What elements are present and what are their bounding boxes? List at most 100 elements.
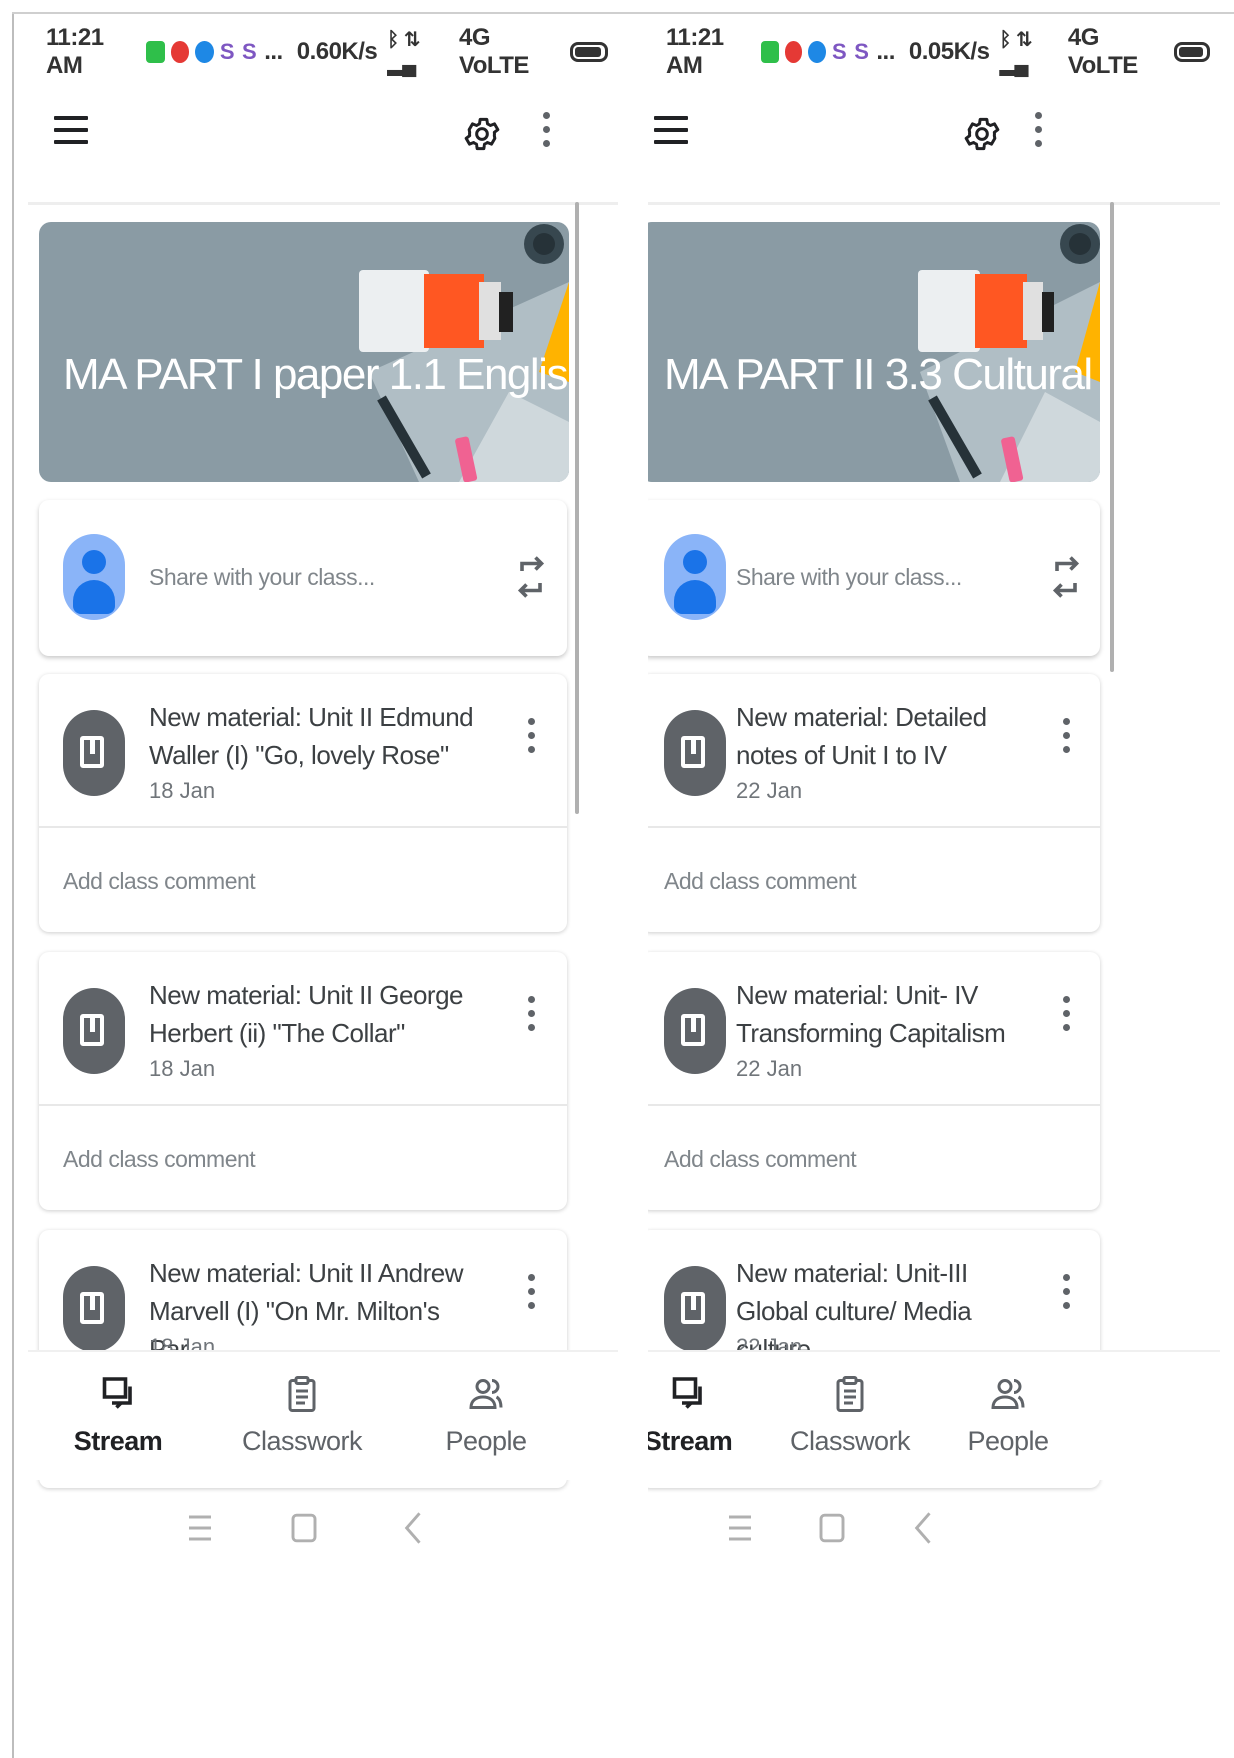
signal-icons: ᛒ ⇅ ▂▄ (387, 29, 421, 76)
share-input-placeholder[interactable]: Share with your class... (736, 564, 962, 591)
share-with-class-card[interactable]: Share with your class... (39, 500, 567, 656)
app-notification-icon: S (832, 39, 847, 64)
tab-stream[interactable]: Stream (648, 1374, 758, 1457)
book-icon (63, 710, 125, 796)
post-divider (39, 1104, 567, 1106)
tab-stream[interactable]: Stream (48, 1374, 188, 1457)
system-navigation-bar (648, 1492, 1220, 1592)
add-class-comment[interactable]: Add class comment (63, 868, 256, 895)
network-type: 4G VoLTE (458, 24, 529, 79)
post-header[interactable]: New material: Unit II Edmund Waller (I) … (39, 674, 567, 826)
more-vert-icon[interactable] (1060, 996, 1072, 1040)
book-icon (63, 1266, 125, 1352)
gear-icon[interactable] (962, 114, 1002, 154)
more-vert-icon[interactable] (525, 718, 537, 762)
phone-screen-left: 11:21 AM S S ... 0.60K/s ᛒ ⇅ ▂▄ 4G VoLTE (28, 16, 618, 1758)
avatar (63, 534, 125, 620)
class-banner[interactable]: MA PART II 3.3 Cultural Studies (648, 222, 1100, 482)
recent-apps-icon[interactable] (718, 1506, 762, 1550)
network-speed: 0.60K/s (296, 38, 378, 65)
app-notification-icon (761, 41, 779, 63)
status-bar: 11:21 AM S S ... 0.05K/s ᛒ ⇅ ▂▄ 4G VoLTE (666, 24, 1210, 79)
more-vert-icon[interactable] (540, 112, 552, 156)
post-divider (39, 826, 567, 828)
class-title: MA PART II 3.3 Cultural Studies (664, 350, 1100, 399)
app-notification-icon: S (854, 39, 869, 64)
tab-people[interactable]: People (416, 1374, 556, 1457)
post-header[interactable]: New material: Detailed notes of Unit I t… (648, 674, 1100, 826)
battery-icon (1174, 42, 1210, 62)
book-icon (664, 1266, 726, 1352)
app-notification-icon: S (219, 39, 235, 64)
repost-icon[interactable] (1048, 552, 1084, 602)
scrollbar[interactable] (1110, 202, 1114, 672)
app-notification-icon (808, 41, 826, 63)
more-vert-icon[interactable] (1060, 1274, 1072, 1318)
post-header[interactable]: New material: Unit- IV Transforming Capi… (648, 952, 1100, 1104)
recent-apps-icon[interactable] (178, 1506, 222, 1550)
more-vert-icon[interactable] (1032, 112, 1044, 156)
app-notification-icon (195, 41, 214, 63)
add-class-comment[interactable]: Add class comment (63, 1146, 256, 1173)
gear-icon[interactable] (462, 114, 502, 154)
tab-classwork[interactable]: Classwork (780, 1374, 920, 1457)
post-card: New material: Detailed notes of Unit I t… (648, 674, 1100, 932)
book-icon (664, 710, 726, 796)
more-notifications: ... (264, 38, 283, 65)
frame-top-border (12, 12, 1234, 14)
bottom-navigation: Stream Classwork People (648, 1350, 1220, 1480)
home-icon[interactable] (282, 1506, 326, 1550)
home-icon[interactable] (810, 1506, 854, 1550)
app-notification-icon: S (242, 39, 257, 64)
book-icon (63, 988, 125, 1074)
hamburger-menu-icon[interactable] (654, 116, 688, 146)
share-input-placeholder[interactable]: Share with your class... (149, 564, 375, 591)
back-icon[interactable] (392, 1506, 436, 1550)
network-type: 4G VoLTE (1067, 24, 1138, 79)
add-class-comment[interactable]: Add class comment (664, 1146, 857, 1173)
battery-icon (570, 42, 609, 62)
class-banner[interactable]: MA PART I paper 1.1 English lit... (39, 222, 569, 482)
bottom-navigation: Stream Classwork People (28, 1350, 618, 1480)
post-title: New material: Unit II Edmund Waller (I) … (149, 702, 474, 770)
classwork-icon (288, 1376, 316, 1412)
share-with-class-card[interactable]: Share with your class... (648, 500, 1100, 656)
tab-people[interactable]: People (938, 1374, 1078, 1457)
network-speed: 0.05K/s (908, 38, 990, 65)
scrollbar[interactable] (575, 202, 579, 814)
phone-screen-right: 11:21 AM S S ... 0.05K/s ᛒ ⇅ ▂▄ 4G VoLTE (648, 16, 1220, 1758)
app-bar-divider (648, 202, 1220, 205)
book-icon (664, 988, 726, 1074)
people-icon (469, 1379, 503, 1409)
app-notification-icon (170, 41, 190, 63)
app-bar-divider (28, 202, 618, 205)
tab-label: Classwork (789, 1426, 911, 1456)
signal-icons: ᛒ ⇅ ▂▄ (999, 29, 1033, 76)
add-class-comment[interactable]: Add class comment (664, 868, 857, 895)
post-divider (648, 826, 1100, 828)
people-icon (991, 1379, 1025, 1409)
post-header[interactable]: New material: Unit II George Herbert (ii… (39, 952, 567, 1104)
more-vert-icon[interactable] (1060, 718, 1072, 762)
repost-icon[interactable] (513, 552, 549, 602)
more-notifications: ... (876, 38, 895, 65)
more-vert-icon[interactable] (525, 1274, 537, 1318)
post-title: New material: Unit II George Herbert (ii… (149, 980, 464, 1048)
avatar (664, 534, 726, 620)
post-divider (648, 1104, 1100, 1106)
tab-label: Classwork (241, 1426, 363, 1456)
app-notification-icon (146, 41, 165, 63)
tab-classwork[interactable]: Classwork (232, 1374, 372, 1457)
more-vert-icon[interactable] (525, 996, 537, 1040)
tab-label: People (445, 1426, 527, 1456)
app-notification-icon (784, 41, 803, 63)
post-date: 22 Jan (736, 778, 803, 803)
post-card: New material: Unit- IV Transforming Capi… (648, 952, 1100, 1210)
back-icon[interactable] (902, 1506, 946, 1550)
post-date: 18 Jan (149, 778, 216, 803)
system-navigation-bar (28, 1492, 618, 1592)
status-time: 11:21 AM (46, 24, 104, 79)
class-title: MA PART I paper 1.1 English lit... (63, 350, 569, 399)
post-card: New material: Unit II George Herbert (ii… (39, 952, 567, 1210)
hamburger-menu-icon[interactable] (54, 116, 88, 146)
